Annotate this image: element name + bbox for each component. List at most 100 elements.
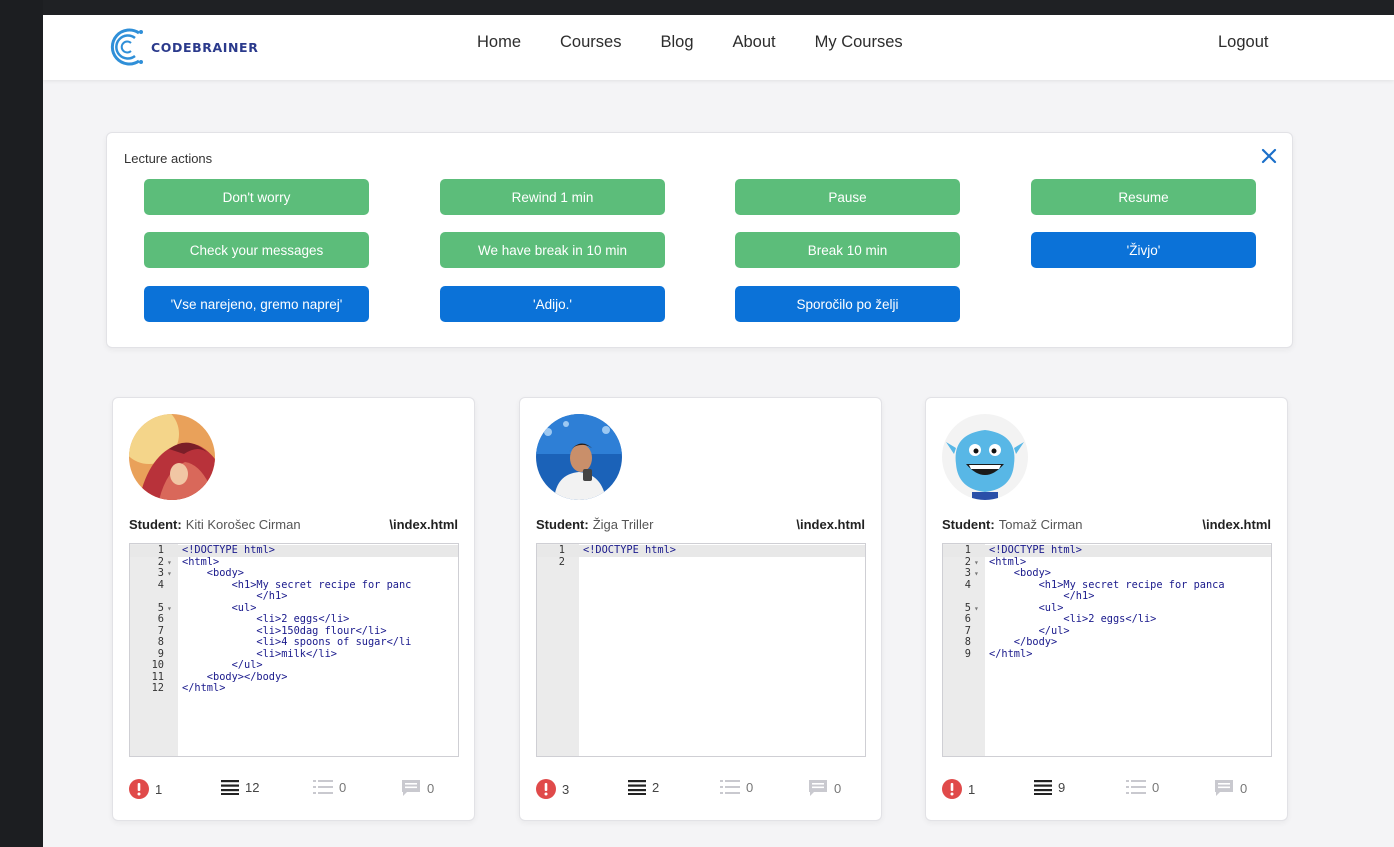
student-label-text: Student: (942, 517, 995, 532)
line-number: 6 (157, 613, 164, 625)
student-label: Student: Žiga Triller (536, 517, 653, 532)
code-lines: 1 <!DOCTYPE html> 2 ▾ <html> 3 ▾ <body> 4 <h1>M… (943, 544, 1271, 660)
line-number: 6 (964, 613, 971, 625)
errors-stat[interactable]: 1 (942, 779, 975, 799)
student-name: Tomaž Cirman (998, 517, 1083, 532)
top-navbar: CODEBRAINER Home Courses Blog About My C… (43, 15, 1394, 80)
code-editor[interactable]: 1 <!DOCTYPE html> 2 ▾ <html> 3 ▾ <body> 4 <h1>M… (129, 543, 459, 757)
code-text: <body> (989, 567, 1051, 579)
code-text: <!DOCTYPE html> (583, 544, 676, 556)
code-line: 1 <!DOCTYPE html> (537, 544, 865, 557)
editor-gutter (537, 544, 579, 756)
list-stat[interactable]: 0 (720, 779, 753, 795)
code-line: 2 (537, 555, 865, 569)
nav-courses[interactable]: Courses (560, 33, 621, 52)
code-line: 12 </html> (130, 682, 458, 695)
code-lines: 1 <!DOCTYPE html> 2 (537, 544, 865, 569)
code-text: </html> (989, 647, 1033, 660)
lines-count: 2 (652, 779, 660, 795)
code-text: <li>2 eggs</li> (182, 613, 350, 625)
lines-icon (628, 780, 646, 795)
lines-icon (221, 780, 239, 795)
nav-about[interactable]: About (733, 33, 776, 52)
messages-count: 0 (834, 780, 842, 796)
list-icon (720, 780, 740, 794)
error-icon (942, 779, 962, 799)
lines-stat[interactable]: 9 (1034, 779, 1065, 795)
fold-toggle-icon[interactable]: ▾ (167, 568, 172, 580)
code-editor[interactable]: 1 <!DOCTYPE html> 2 ▾ <html> 3 ▾ <body> 4 <h1>M… (942, 543, 1272, 757)
app-window: CODEBRAINER Home Courses Blog About My C… (43, 15, 1394, 847)
lecture-actions-panel: Lecture actions Don't worry Rewind 1 min… (106, 132, 1293, 348)
messages-stat[interactable]: 0 (401, 779, 434, 797)
errors-stat[interactable]: 3 (536, 779, 569, 799)
fold-toggle-icon[interactable]: ▾ (167, 557, 172, 569)
code-line: 3 ▾ <body> (130, 567, 458, 580)
nav-blog[interactable]: Blog (660, 33, 693, 52)
messages-stat[interactable]: 0 (1214, 779, 1247, 797)
messages-count: 0 (427, 780, 435, 796)
main-nav: Home Courses Blog About My Courses (477, 33, 942, 52)
list-stat[interactable]: 0 (313, 779, 346, 795)
errors-count: 1 (155, 781, 163, 797)
brand-logo[interactable]: CODEBRAINER (105, 24, 258, 70)
action-adijo-button[interactable]: 'Adijo.' (440, 286, 665, 322)
code-line: 1 <!DOCTYPE html> (130, 544, 458, 557)
codebrainer-logo-icon (110, 28, 143, 66)
action-vse-narejeno-button[interactable]: 'Vse narejeno, gremo naprej' (144, 286, 369, 322)
logout-link[interactable]: Logout (1218, 33, 1268, 52)
code-text: <body> (182, 567, 244, 579)
message-icon (809, 780, 827, 796)
nav-home[interactable]: Home (477, 33, 521, 52)
code-text: </html> (182, 682, 226, 694)
lines-stat[interactable]: 12 (221, 779, 259, 795)
errors-stat[interactable]: 1 (129, 779, 162, 799)
line-number: 3 (964, 567, 971, 579)
fold-toggle-icon[interactable]: ▾ (974, 603, 979, 615)
background-dark-area (0, 0, 43, 847)
student-label: Student: Kiti Korošec Cirman (129, 517, 301, 532)
avatar (942, 414, 1028, 500)
line-number: 1 (558, 544, 565, 556)
student-stats: 1 9 0 0 (942, 779, 1272, 799)
file-name: \index.html (796, 517, 865, 532)
file-name: \index.html (389, 517, 458, 532)
lines-count: 9 (1058, 779, 1066, 795)
action-resume-button[interactable]: Resume (1031, 179, 1256, 215)
action-dont-worry-button[interactable]: Don't worry (144, 179, 369, 215)
line-number: 1 (157, 544, 164, 556)
close-icon[interactable] (1260, 147, 1278, 165)
code-editor[interactable]: 1 <!DOCTYPE html> 2 (536, 543, 866, 757)
action-rewind-button[interactable]: Rewind 1 min (440, 179, 665, 215)
errors-count: 3 (562, 781, 570, 797)
action-check-messages-button[interactable]: Check your messages (144, 232, 369, 268)
error-icon (129, 779, 149, 799)
messages-stat[interactable]: 0 (808, 779, 841, 797)
code-text: <!DOCTYPE html> (182, 544, 275, 556)
code-line: 11 <body></body> (130, 671, 458, 684)
line-number: 2 (558, 555, 565, 568)
line-number: 8 (157, 636, 164, 648)
fold-toggle-icon[interactable]: ▾ (974, 557, 979, 569)
code-text: <li>2 eggs</li> (989, 613, 1157, 625)
code-text: <!DOCTYPE html> (989, 544, 1082, 556)
nav-my-courses[interactable]: My Courses (815, 33, 903, 52)
student-card: Student: Kiti Korošec Cirman \index.html … (112, 397, 475, 821)
action-break-button[interactable]: Break 10 min (735, 232, 960, 268)
action-zivjo-button[interactable]: 'Živjo' (1031, 232, 1256, 268)
code-line: 1 <!DOCTYPE html> (943, 544, 1271, 557)
list-icon (313, 780, 333, 794)
line-number: 8 (964, 636, 971, 648)
fold-toggle-icon[interactable]: ▾ (167, 603, 172, 615)
action-pause-button[interactable]: Pause (735, 179, 960, 215)
action-break-soon-button[interactable]: We have break in 10 min (440, 232, 665, 268)
line-number: 4 (157, 578, 164, 591)
student-card: Student: Tomaž Cirman \index.html 1 <!DOCT… (925, 397, 1288, 821)
lines-stat[interactable]: 2 (628, 779, 659, 795)
lines-icon (1034, 780, 1052, 795)
list-stat[interactable]: 0 (1126, 779, 1159, 795)
code-text: <li>4 spoons of sugar</li (182, 636, 412, 648)
fold-toggle-icon[interactable]: ▾ (974, 568, 979, 580)
code-line: 2 ▾ <html> (130, 556, 458, 569)
action-custom-message-button[interactable]: Sporočilo po želji (735, 286, 960, 322)
